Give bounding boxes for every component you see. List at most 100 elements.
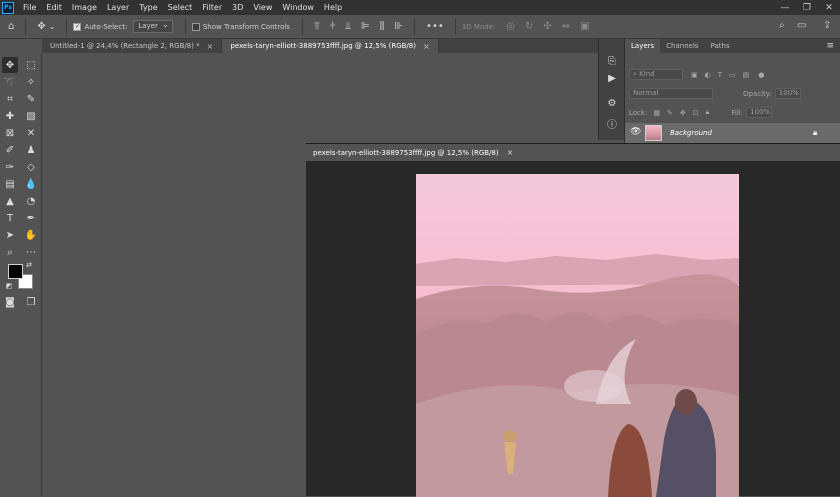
- restore-button[interactable]: ❐: [796, 0, 818, 15]
- lock-all-icon[interactable]: 🔒︎: [706, 108, 710, 117]
- menu-layer[interactable]: Layer: [102, 0, 134, 15]
- menu-select[interactable]: Select: [163, 0, 198, 15]
- frame-tool[interactable]: ⊠: [2, 125, 18, 141]
- more-tools-icon[interactable]: ⋯: [23, 244, 39, 260]
- auto-select-option[interactable]: ✓ Auto-Select:: [73, 22, 127, 31]
- minimize-button[interactable]: —: [774, 0, 796, 15]
- patch-tool[interactable]: ▧: [23, 108, 39, 124]
- pan-3d-icon[interactable]: ✣: [543, 21, 551, 32]
- auto-select-dropdown[interactable]: Layer: [133, 19, 173, 33]
- crop-tool[interactable]: ⌗: [2, 91, 18, 107]
- align-middle-icon[interactable]: ⫩: [330, 21, 336, 32]
- document-photo[interactable]: [416, 174, 739, 497]
- menu-3d[interactable]: 3D: [227, 0, 248, 15]
- menu-type[interactable]: Type: [134, 0, 162, 15]
- lasso-tool[interactable]: ➰: [2, 74, 18, 90]
- stamp-tool[interactable]: ♟: [23, 142, 39, 158]
- content-aware-move-tool[interactable]: ✕: [23, 125, 39, 141]
- move-tool[interactable]: ✥: [2, 57, 18, 73]
- tab-layers[interactable]: Layers: [625, 39, 661, 53]
- properties-icon[interactable]: ⚙: [604, 95, 620, 111]
- roll-3d-icon[interactable]: ↻: [525, 21, 533, 32]
- home-icon[interactable]: ⌂: [8, 21, 14, 32]
- divider: [184, 18, 186, 35]
- healing-brush-tool[interactable]: ✚: [2, 108, 18, 124]
- blend-mode-dropdown[interactable]: Normal: [629, 88, 713, 99]
- menu-view[interactable]: View: [248, 0, 277, 15]
- close-tab-icon[interactable]: ×: [423, 42, 430, 51]
- kind-filter-dropdown[interactable]: ⌕ Kind: [629, 69, 683, 80]
- chevron-down-icon[interactable]: ⌄: [49, 22, 56, 31]
- orbit-3d-icon[interactable]: ◎: [506, 21, 515, 32]
- zoom-tool[interactable]: ⌕: [2, 244, 18, 260]
- filter-toggle-icon[interactable]: ●: [758, 71, 764, 79]
- lock-pixels-icon[interactable]: ✎: [667, 109, 673, 117]
- menu-filter[interactable]: Filter: [197, 0, 227, 15]
- more-options-icon[interactable]: •••: [426, 21, 444, 32]
- close-window-button[interactable]: ✕: [818, 0, 840, 15]
- layer-name[interactable]: Background: [670, 129, 712, 137]
- menu-edit[interactable]: Edit: [41, 0, 67, 15]
- tab-untitled-1[interactable]: Untitled-1 @ 24,4% (Rectangle 2, RGB/8) …: [42, 39, 223, 53]
- workspace-icon[interactable]: ▭: [797, 20, 806, 31]
- opacity-field[interactable]: 100%: [774, 88, 801, 99]
- screen-mode-icon[interactable]: ❐: [23, 294, 39, 310]
- align-bottom-icon[interactable]: ⫫: [345, 21, 351, 32]
- default-colors-icon[interactable]: ◩: [4, 281, 14, 291]
- align-right-icon[interactable]: ⊪: [394, 21, 403, 32]
- dodge-tool[interactable]: ◔: [23, 193, 39, 209]
- search-icon[interactable]: ⌕: [779, 20, 785, 31]
- sharpen-tool[interactable]: ▲: [2, 193, 18, 209]
- show-transform-option[interactable]: Show Transform Controls: [191, 22, 290, 31]
- history-brush-tool[interactable]: ✑: [2, 159, 18, 175]
- menu-file[interactable]: File: [18, 0, 41, 15]
- quick-mask-icon[interactable]: ◙: [2, 294, 18, 310]
- menu-help[interactable]: Help: [319, 0, 347, 15]
- history-icon[interactable]: ⎘: [604, 53, 620, 69]
- magic-wand-tool[interactable]: ✧: [23, 74, 39, 90]
- filter-shape-icon[interactable]: ▭: [729, 71, 736, 79]
- panel-menu-icon[interactable]: ≡: [826, 41, 834, 51]
- auto-select-checkbox[interactable]: ✓: [73, 22, 82, 31]
- lock-transparency-icon[interactable]: ▦: [653, 109, 660, 117]
- pen-tool[interactable]: ✒: [23, 210, 39, 226]
- layer-row-background[interactable]: 👁︎ Background 🔒︎: [625, 123, 840, 143]
- move-tool-icon[interactable]: ✥: [37, 21, 45, 32]
- tab-paths[interactable]: Paths: [705, 39, 736, 53]
- menu-image[interactable]: Image: [67, 0, 102, 15]
- fill-field[interactable]: 100%: [746, 107, 773, 118]
- align-left-icon[interactable]: ⊫: [361, 21, 370, 32]
- visibility-eye-icon[interactable]: 👁︎: [630, 127, 641, 137]
- align-center-icon[interactable]: ⫼: [380, 21, 385, 32]
- menu-window[interactable]: Window: [277, 0, 319, 15]
- type-tool[interactable]: T: [2, 210, 18, 226]
- align-top-icon[interactable]: ⫪: [314, 21, 320, 32]
- filter-adjustment-icon[interactable]: ◐: [705, 71, 711, 79]
- lock-position-icon[interactable]: ✥: [680, 109, 686, 117]
- eyedropper-tool[interactable]: ✎: [23, 91, 39, 107]
- eraser-tool[interactable]: ◇: [23, 159, 39, 175]
- slide-3d-icon[interactable]: ⇔: [562, 21, 570, 32]
- swap-colors-icon[interactable]: ⇄: [24, 260, 34, 270]
- close-window-icon[interactable]: ×: [507, 148, 514, 157]
- brush-tool[interactable]: ✐: [2, 142, 18, 158]
- hand-tool[interactable]: ✋: [23, 227, 39, 243]
- blur-tool[interactable]: 💧: [23, 176, 39, 192]
- floating-window-titlebar[interactable]: pexels-taryn-elliott-3889753ffff.jpg @ 1…: [306, 144, 840, 161]
- path-select-tool[interactable]: ➤: [2, 227, 18, 243]
- share-icon[interactable]: ⇪: [823, 20, 831, 31]
- scale-3d-icon[interactable]: ▣: [580, 21, 589, 32]
- filter-type-icon[interactable]: T: [718, 71, 722, 79]
- actions-play-icon[interactable]: ▶: [604, 70, 620, 86]
- lock-artboard-icon[interactable]: ⊡: [693, 109, 699, 117]
- filter-pixel-icon[interactable]: ▣: [691, 71, 698, 79]
- foreground-color-swatch[interactable]: [8, 264, 23, 279]
- tab-channels[interactable]: Channels: [660, 39, 704, 53]
- gradient-tool[interactable]: ▤: [2, 176, 18, 192]
- close-tab-icon[interactable]: ×: [207, 42, 214, 51]
- info-icon[interactable]: ⓘ: [604, 115, 620, 131]
- filter-smart-object-icon[interactable]: ▤: [743, 71, 750, 79]
- show-transform-checkbox[interactable]: [191, 22, 200, 31]
- tab-pexels-photo[interactable]: pexels-taryn-elliott-3889753ffff.jpg @ 1…: [222, 39, 439, 53]
- marquee-tool[interactable]: ⬚: [23, 57, 39, 73]
